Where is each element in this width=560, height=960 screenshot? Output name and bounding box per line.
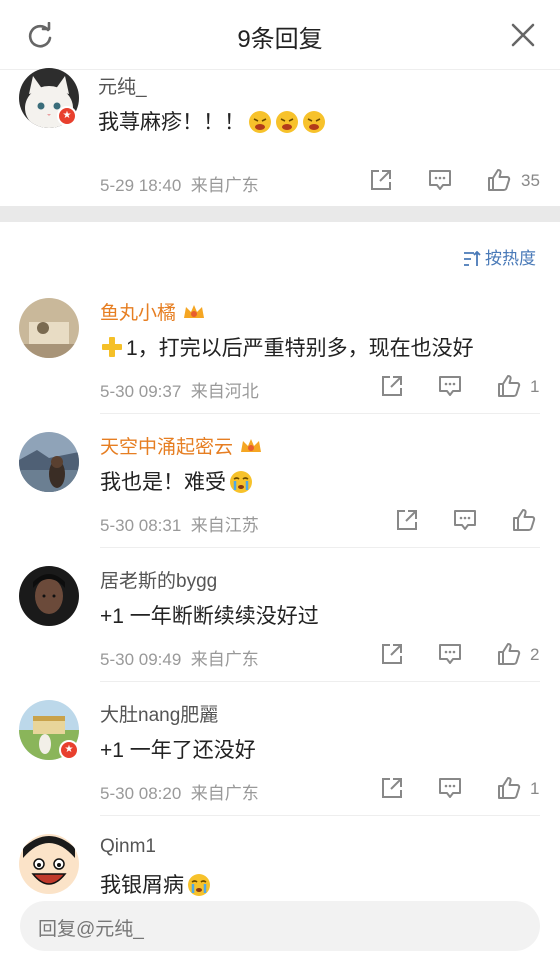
avatar-image xyxy=(19,432,79,492)
angry-emoji-icon xyxy=(249,111,271,133)
comment-time: 5-30 09:49 xyxy=(100,650,182,669)
section-divider xyxy=(0,206,560,222)
comment-username[interactable]: 居老斯的bygg xyxy=(100,566,217,593)
divider xyxy=(100,815,540,816)
avatar[interactable] xyxy=(19,298,79,358)
crying-emoji-icon xyxy=(230,471,252,493)
avatar[interactable] xyxy=(19,834,79,894)
username-text: 鱼丸小橘 xyxy=(100,303,177,324)
verified-badge-icon: ★ xyxy=(57,106,77,126)
comment-meta: 5-30 09:37 来自河北 xyxy=(100,377,259,402)
comment-text: 我也是！难受 xyxy=(100,471,226,494)
comment-meta: 5-30 08:31 来自江苏 xyxy=(100,511,259,536)
comment-source: 来自江苏 xyxy=(190,516,259,535)
comment-text: +1 一年断断续续没好过 xyxy=(100,605,319,628)
comment-content: 我荨麻疹！！！ xyxy=(98,106,326,136)
like-icon[interactable] xyxy=(496,373,522,399)
sort-by-hot-button[interactable]: 按热度 xyxy=(463,244,536,269)
angry-emoji-icon xyxy=(303,111,325,133)
sort-icon xyxy=(464,250,481,266)
share-icon[interactable] xyxy=(394,507,420,533)
comment-meta: 5-29 18:40 来自广东 xyxy=(100,171,259,196)
crying-emoji-icon xyxy=(188,874,210,896)
comment-username[interactable]: 天空中涌起密云 xyxy=(100,432,263,459)
comment-username[interactable]: 鱼丸小橘 xyxy=(100,298,206,325)
like-count: 2 xyxy=(530,645,540,664)
comment-username[interactable]: Qinm1 xyxy=(100,836,156,858)
verified-badge-icon: ★ xyxy=(59,740,79,760)
comment-content: 1，打完以后严重特别多，现在也没好 xyxy=(100,332,474,362)
comment-icon[interactable] xyxy=(437,373,463,399)
reply-panel-header: 9条回复 xyxy=(0,0,560,70)
vip-crown-icon xyxy=(241,439,262,452)
avatar-image xyxy=(19,298,79,358)
comment-username[interactable]: 大肚nang肥麗 xyxy=(100,700,218,727)
like-icon[interactable] xyxy=(486,167,512,193)
comment-meta: 5-30 08:20 来自广东 xyxy=(100,779,259,804)
share-icon[interactable] xyxy=(379,373,405,399)
comment-text: 我银屑病 xyxy=(100,874,184,897)
comment-time: 5-30 09:37 xyxy=(100,382,182,401)
comment-time: 5-30 08:20 xyxy=(100,784,182,803)
comment-text: 我荨麻疹！！！ xyxy=(98,111,245,134)
reply-input-placeholder: 回复@元纯_ xyxy=(38,919,144,940)
comment-source: 来自广东 xyxy=(190,650,259,669)
divider xyxy=(100,413,540,414)
like-count: 35 xyxy=(521,171,540,190)
comment-icon[interactable] xyxy=(437,641,463,667)
comment-icon[interactable] xyxy=(427,167,453,193)
avatar-image xyxy=(19,566,79,626)
share-icon[interactable] xyxy=(379,775,405,801)
comment-icon[interactable] xyxy=(452,507,478,533)
reply-input[interactable]: 回复@元纯_ xyxy=(20,901,540,951)
comment-source: 来自广东 xyxy=(190,176,259,195)
comment-text: +1 一年了还没好 xyxy=(100,739,256,762)
angry-emoji-icon xyxy=(276,111,298,133)
comment-meta: 5-30 09:49 来自广东 xyxy=(100,645,259,670)
comment-source: 来自广东 xyxy=(190,784,259,803)
comment-source: 来自河北 xyxy=(190,382,259,401)
plus-emoji-icon xyxy=(102,337,122,357)
avatar[interactable] xyxy=(19,566,79,626)
comment-content: 我也是！难受 xyxy=(100,466,253,496)
username-text: 天空中涌起密云 xyxy=(100,437,234,458)
comment-icon[interactable] xyxy=(437,775,463,801)
divider xyxy=(100,681,540,682)
sort-label: 按热度 xyxy=(485,249,536,268)
like-icon[interactable] xyxy=(511,507,537,533)
comment-content: +1 一年了还没好 xyxy=(100,734,256,764)
share-icon[interactable] xyxy=(368,167,394,193)
comment-content: 我银屑病 xyxy=(100,869,211,899)
comment-content: +1 一年断断续续没好过 xyxy=(100,600,319,630)
avatar[interactable] xyxy=(19,432,79,492)
avatar-image xyxy=(19,834,79,894)
comment-text: 1，打完以后严重特别多，现在也没好 xyxy=(126,337,474,360)
divider xyxy=(100,547,540,548)
share-icon[interactable] xyxy=(379,641,405,667)
like-count: 1 xyxy=(530,377,540,396)
close-icon[interactable] xyxy=(510,22,536,48)
comment-time: 5-29 18:40 xyxy=(100,176,182,195)
vip-crown-icon xyxy=(184,305,205,318)
like-icon[interactable] xyxy=(496,775,522,801)
comment-username[interactable]: 元纯_ xyxy=(98,72,147,99)
like-icon[interactable] xyxy=(496,641,522,667)
like-count: 1 xyxy=(530,779,540,798)
page-title: 9条回复 xyxy=(237,26,323,53)
comment-time: 5-30 08:31 xyxy=(100,516,182,535)
